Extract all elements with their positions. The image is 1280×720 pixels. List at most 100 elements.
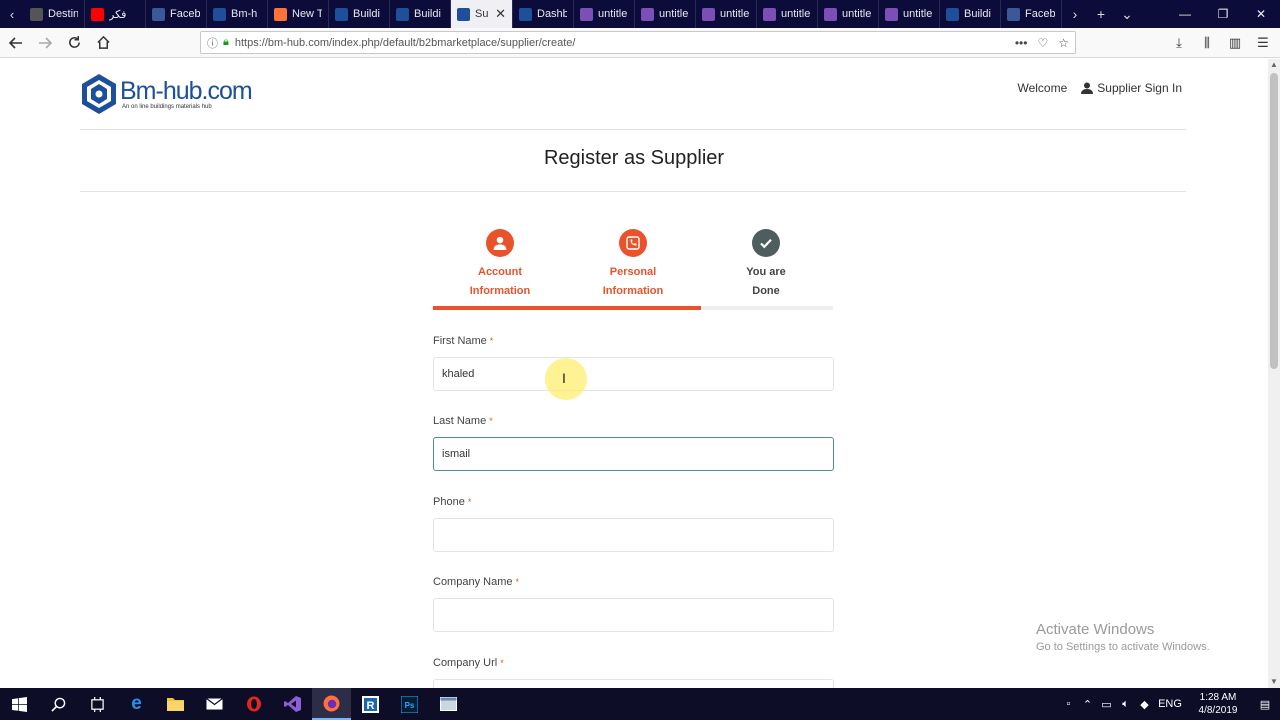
- bmhub-icon: [396, 7, 409, 21]
- taskbar-app[interactable]: [429, 688, 468, 720]
- show-desktop-icon[interactable]: ▫: [1059, 698, 1078, 710]
- company-name-input[interactable]: [433, 598, 834, 632]
- site-info-icon[interactable]: ⓘ: [207, 35, 218, 51]
- tab-scroll-right-icon[interactable]: ›: [1062, 6, 1088, 22]
- taskbar-file-explorer[interactable]: [156, 688, 195, 720]
- page-icon: [30, 7, 43, 21]
- browser-tab[interactable]: untitle: [635, 0, 696, 28]
- required-marker: *: [489, 336, 494, 346]
- taskbar-revit[interactable]: R: [351, 688, 390, 720]
- taskbar-visual-studio[interactable]: [273, 688, 312, 720]
- browser-tab[interactable]: Dashb: [513, 0, 574, 28]
- figma-icon: [641, 7, 654, 21]
- notifications-icon[interactable]: ▤: [1250, 698, 1280, 711]
- browser-tab[interactable]: untitle: [696, 0, 757, 28]
- network-icon[interactable]: ▭: [1097, 698, 1116, 711]
- volume-icon[interactable]: 🔈︎: [1116, 698, 1135, 711]
- taskbar-firefox[interactable]: [312, 688, 351, 720]
- checkmark-icon: [760, 239, 772, 249]
- sidebar-icon[interactable]: ▥: [1222, 31, 1248, 55]
- browser-tab[interactable]: Faceb: [146, 0, 207, 28]
- downloads-icon[interactable]: ⤓: [1166, 31, 1192, 55]
- library-icon[interactable]: ⫼: [1194, 31, 1220, 55]
- browser-tab[interactable]: New T: [268, 0, 329, 28]
- browser-tab[interactable]: untitle: [879, 0, 940, 28]
- menu-hamburger-icon[interactable]: ☰: [1250, 31, 1276, 55]
- sign-in-label: Supplier Sign In: [1097, 81, 1182, 95]
- page-scrollbar[interactable]: ▲ ▼: [1268, 59, 1280, 688]
- watermark-subtitle: Go to Settings to activate Windows.: [1036, 641, 1210, 653]
- browser-tab[interactable]: untitle: [818, 0, 879, 28]
- figma-icon: [824, 7, 837, 21]
- more-actions-icon[interactable]: •••: [1015, 36, 1028, 50]
- first-name-label-text: First Name: [433, 335, 487, 347]
- tab-scroll-left-icon[interactable]: ‹: [0, 0, 24, 28]
- step-personal-information[interactable]: Personal Information: [566, 229, 700, 301]
- bookmark-star-icon[interactable]: ☆: [1058, 36, 1069, 50]
- company-name-label: Company Name *: [433, 576, 519, 588]
- logo-name: Bm-hub.com: [120, 77, 253, 105]
- browser-tab[interactable]: untitle: [757, 0, 818, 28]
- browser-tab[interactable]: untitle: [574, 0, 635, 28]
- start-button[interactable]: [0, 688, 39, 720]
- task-view-button[interactable]: [78, 688, 117, 720]
- forward-button[interactable]: [32, 30, 58, 56]
- address-bar[interactable]: ⓘ 🔒︎ https://bm-hub.com/index.php/defaul…: [200, 31, 1076, 54]
- minimize-icon[interactable]: —: [1166, 7, 1204, 21]
- browser-tab[interactable]: فكر: [85, 0, 146, 28]
- browser-tab-label: New T: [292, 8, 322, 20]
- navigation-toolbar: ⓘ 🔒︎ https://bm-hub.com/index.php/defaul…: [0, 28, 1280, 58]
- site-logo[interactable]: Bm-hub.com An on line buildings material…: [80, 73, 253, 115]
- taskbar-clock[interactable]: 1:28 AM 4/8/2019: [1186, 691, 1250, 717]
- reload-button[interactable]: [61, 30, 87, 56]
- pocket-icon[interactable]: ♡: [1037, 36, 1048, 50]
- phone-input[interactable]: [433, 518, 834, 552]
- scroll-down-icon[interactable]: ▼: [1268, 676, 1280, 688]
- url-text[interactable]: https://bm-hub.com/index.php/default/b2b…: [235, 37, 576, 49]
- step-account-information[interactable]: Account Information: [433, 229, 567, 301]
- company-url-input[interactable]: [433, 679, 834, 688]
- company-url-label: Company Url *: [433, 657, 504, 669]
- first-name-input[interactable]: [433, 357, 834, 391]
- scroll-up-icon[interactable]: ▲: [1268, 59, 1280, 71]
- forward-arrow-icon: [39, 36, 53, 49]
- bmhub-icon: [213, 7, 226, 21]
- new-tab-icon[interactable]: +: [1088, 6, 1114, 22]
- tray-expand-icon[interactable]: ⌃: [1078, 698, 1097, 711]
- browser-tab[interactable]: Bm-h: [207, 0, 268, 28]
- browser-tab[interactable]: Faceb: [1001, 0, 1062, 28]
- required-marker: *: [467, 497, 472, 507]
- supplier-sign-in-link[interactable]: Supplier Sign In: [1081, 81, 1182, 95]
- photoshop-icon: Ps: [401, 695, 418, 713]
- bmhub-icon: [946, 7, 959, 21]
- home-button[interactable]: [90, 30, 116, 56]
- step-done[interactable]: You are Done: [699, 229, 833, 301]
- back-button[interactable]: [3, 30, 29, 56]
- window-close-icon[interactable]: ✕: [1242, 7, 1280, 21]
- edge-icon: e: [131, 693, 142, 714]
- taskbar-edge[interactable]: e: [117, 688, 156, 720]
- user-icon: [493, 236, 507, 250]
- browser-tab[interactable]: Buildi: [940, 0, 1001, 28]
- language-indicator[interactable]: ENG: [1154, 698, 1186, 710]
- figma-icon: [580, 7, 593, 21]
- header-divider: [80, 129, 1186, 130]
- search-button[interactable]: [39, 688, 78, 720]
- dropbox-icon[interactable]: ◆: [1135, 698, 1154, 711]
- scrollbar-thumb[interactable]: [1270, 73, 1278, 369]
- page-title: Register as Supplier: [543, 147, 725, 169]
- taskbar-opera[interactable]: [234, 688, 273, 720]
- restore-icon[interactable]: ❐: [1204, 7, 1242, 21]
- browser-tab[interactable]: Buildi: [329, 0, 390, 28]
- browser-tab[interactable]: Destin: [24, 0, 85, 28]
- taskbar-photoshop[interactable]: Ps: [390, 688, 429, 720]
- browser-tab[interactable]: Su ✕: [451, 0, 513, 28]
- last-name-input[interactable]: [433, 437, 834, 471]
- toolbar-right: ⤓ ⫼ ▥ ☰: [1166, 31, 1276, 55]
- close-tab-icon[interactable]: ✕: [495, 6, 506, 22]
- taskbar-mail[interactable]: [195, 688, 234, 720]
- lock-icon[interactable]: 🔒︎: [223, 36, 229, 49]
- tab-list-dropdown-icon[interactable]: ⌄: [1114, 6, 1140, 23]
- browser-tab[interactable]: Buildi: [390, 0, 451, 28]
- browser-tab-label: Buildi: [353, 8, 380, 20]
